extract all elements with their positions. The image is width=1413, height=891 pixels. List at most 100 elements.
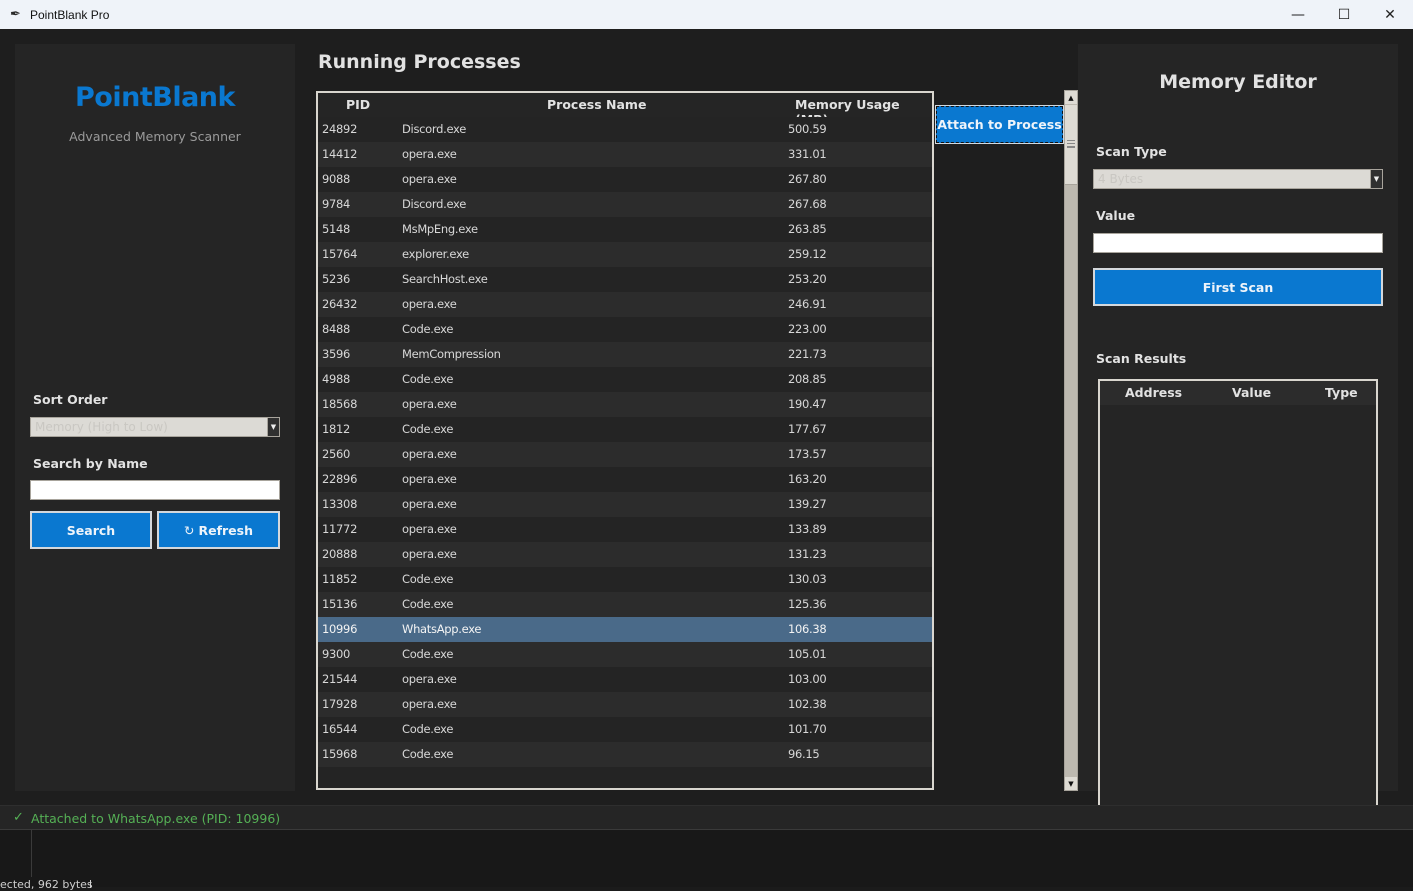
process-pid: 9088 (322, 172, 351, 186)
process-row[interactable]: 24892 Discord.exe 500.59 (318, 117, 932, 142)
process-row[interactable]: 10996 WhatsApp.exe 106.38 (318, 617, 932, 642)
process-row[interactable]: 3596 MemCompression 221.73 (318, 342, 932, 367)
process-pid: 17928 (322, 697, 358, 711)
maximize-button[interactable]: ☐ (1321, 0, 1367, 29)
process-memory: 105.01 (788, 647, 827, 661)
value-input[interactable] (1093, 233, 1383, 253)
process-pid: 20888 (322, 547, 358, 561)
chevron-down-icon[interactable]: ▼ (267, 418, 279, 436)
process-row[interactable]: 9300 Code.exe 105.01 (318, 642, 932, 667)
process-pid: 15764 (322, 247, 358, 261)
brand-subtitle: Advanced Memory Scanner (69, 129, 241, 144)
process-memory: 106.38 (788, 622, 827, 636)
process-memory: 259.12 (788, 247, 827, 261)
app-body: PointBlank Advanced Memory Scanner Sort … (0, 29, 1413, 830)
process-row[interactable]: 21544 opera.exe 103.00 (318, 667, 932, 692)
scan-type-label: Scan Type (1096, 144, 1167, 159)
process-row[interactable]: 11852 Code.exe 130.03 (318, 567, 932, 592)
status-text: Attached to WhatsApp.exe (PID: 10996) (31, 811, 281, 826)
process-memory: 103.00 (788, 672, 827, 686)
attach-to-process-button[interactable]: Attach to Process (935, 105, 1064, 144)
process-name: Code.exe (402, 747, 454, 761)
close-icon: ✕ (1384, 6, 1396, 23)
first-scan-button[interactable]: First Scan (1093, 268, 1383, 306)
process-row[interactable]: 26432 opera.exe 246.91 (318, 292, 932, 317)
process-row[interactable]: 17928 opera.exe 102.38 (318, 692, 932, 717)
process-memory: 101.70 (788, 722, 827, 736)
column-header-value[interactable]: Value (1232, 385, 1271, 400)
process-table[interactable]: PID Process Name Memory Usage (MB) 24892… (316, 91, 934, 790)
column-header-address[interactable]: Address (1125, 385, 1182, 400)
process-pid: 4988 (322, 372, 351, 386)
refresh-icon: ↻ (183, 522, 195, 538)
process-row[interactable]: 14412 opera.exe 331.01 (318, 142, 932, 167)
process-memory: 130.03 (788, 572, 827, 586)
search-button[interactable]: Search (30, 511, 152, 549)
refresh-button[interactable]: ↻ Refresh (157, 511, 280, 549)
scan-type-select[interactable]: 4 Bytes ▼ (1093, 169, 1383, 189)
process-memory: 331.01 (788, 147, 827, 161)
process-name: Discord.exe (402, 122, 466, 136)
process-pid: 3596 (322, 347, 351, 361)
search-input[interactable] (30, 480, 280, 500)
column-header-process-name[interactable]: Process Name (547, 97, 646, 112)
process-row[interactable]: 15764 explorer.exe 259.12 (318, 242, 932, 267)
process-table-scrollbar[interactable]: ▲ ▼ (1064, 90, 1078, 791)
process-pid: 2560 (322, 447, 351, 461)
process-row[interactable]: 15136 Code.exe 125.36 (318, 592, 932, 617)
sort-order-select[interactable]: Memory (High to Low) ▼ (30, 417, 280, 437)
process-name: Code.exe (402, 372, 454, 386)
process-row[interactable]: 11772 opera.exe 133.89 (318, 517, 932, 542)
process-pid: 5236 (322, 272, 351, 286)
process-row[interactable]: 16544 Code.exe 101.70 (318, 717, 932, 742)
first-scan-label: First Scan (1202, 279, 1274, 295)
chevron-down-icon[interactable]: ▼ (1370, 170, 1382, 188)
value-label: Value (1096, 208, 1136, 223)
process-row[interactable]: 2560 opera.exe 173.57 (318, 442, 932, 467)
process-row[interactable]: 1812 Code.exe 177.67 (318, 417, 932, 442)
scroll-down-icon[interactable]: ▼ (1065, 777, 1077, 790)
window-title: PointBlank Pro (30, 7, 110, 22)
process-name: Code.exe (402, 647, 454, 661)
process-row[interactable]: 5236 SearchHost.exe 253.20 (318, 267, 932, 292)
background-terminal: ected, 962 bytes (0, 830, 1413, 891)
process-memory: 163.20 (788, 472, 827, 486)
process-row[interactable]: 8488 Code.exe 223.00 (318, 317, 932, 342)
scroll-up-icon[interactable]: ▲ (1065, 91, 1077, 104)
refresh-button-label: Refresh (198, 522, 253, 538)
process-row[interactable]: 9784 Discord.exe 267.68 (318, 192, 932, 217)
scan-type-value: 4 Bytes (1098, 172, 1144, 186)
process-row[interactable]: 4988 Code.exe 208.85 (318, 367, 932, 392)
status-bar: ✓ Attached to WhatsApp.exe (PID: 10996) (0, 805, 1413, 830)
process-pid: 14412 (322, 147, 358, 161)
process-name: explorer.exe (402, 247, 469, 261)
process-memory: 131.23 (788, 547, 827, 561)
process-row[interactable]: 18568 opera.exe 190.47 (318, 392, 932, 417)
column-header-type[interactable]: Type (1325, 385, 1358, 400)
process-row[interactable]: 13308 opera.exe 139.27 (318, 492, 932, 517)
close-button[interactable]: ✕ (1367, 0, 1413, 29)
scan-results-table[interactable]: Address Value Type (1098, 379, 1378, 810)
process-pid: 11852 (322, 572, 358, 586)
process-row[interactable]: 9088 opera.exe 267.80 (318, 167, 932, 192)
process-memory: 102.38 (788, 697, 827, 711)
process-name: opera.exe (402, 147, 457, 161)
process-name: opera.exe (402, 172, 457, 186)
scan-results-label: Scan Results (1096, 351, 1187, 366)
process-name: Code.exe (402, 597, 454, 611)
terminal-text: ected, 962 bytes (0, 878, 93, 891)
process-name: opera.exe (402, 297, 457, 311)
process-memory: 177.67 (788, 422, 827, 436)
process-pid: 8488 (322, 322, 351, 336)
process-row[interactable]: 20888 opera.exe 131.23 (318, 542, 932, 567)
process-memory: 139.27 (788, 497, 827, 511)
scrollbar-thumb[interactable] (1065, 105, 1077, 185)
process-pid: 21544 (322, 672, 358, 686)
process-row[interactable]: 5148 MsMpEng.exe 263.85 (318, 217, 932, 242)
process-row[interactable]: 15968 Code.exe 96.15 (318, 742, 932, 767)
minimize-button[interactable]: — (1275, 0, 1321, 29)
process-row[interactable]: 22896 opera.exe 163.20 (318, 467, 932, 492)
process-memory: 267.68 (788, 197, 827, 211)
process-pid: 10996 (322, 622, 358, 636)
column-header-pid[interactable]: PID (346, 97, 370, 112)
